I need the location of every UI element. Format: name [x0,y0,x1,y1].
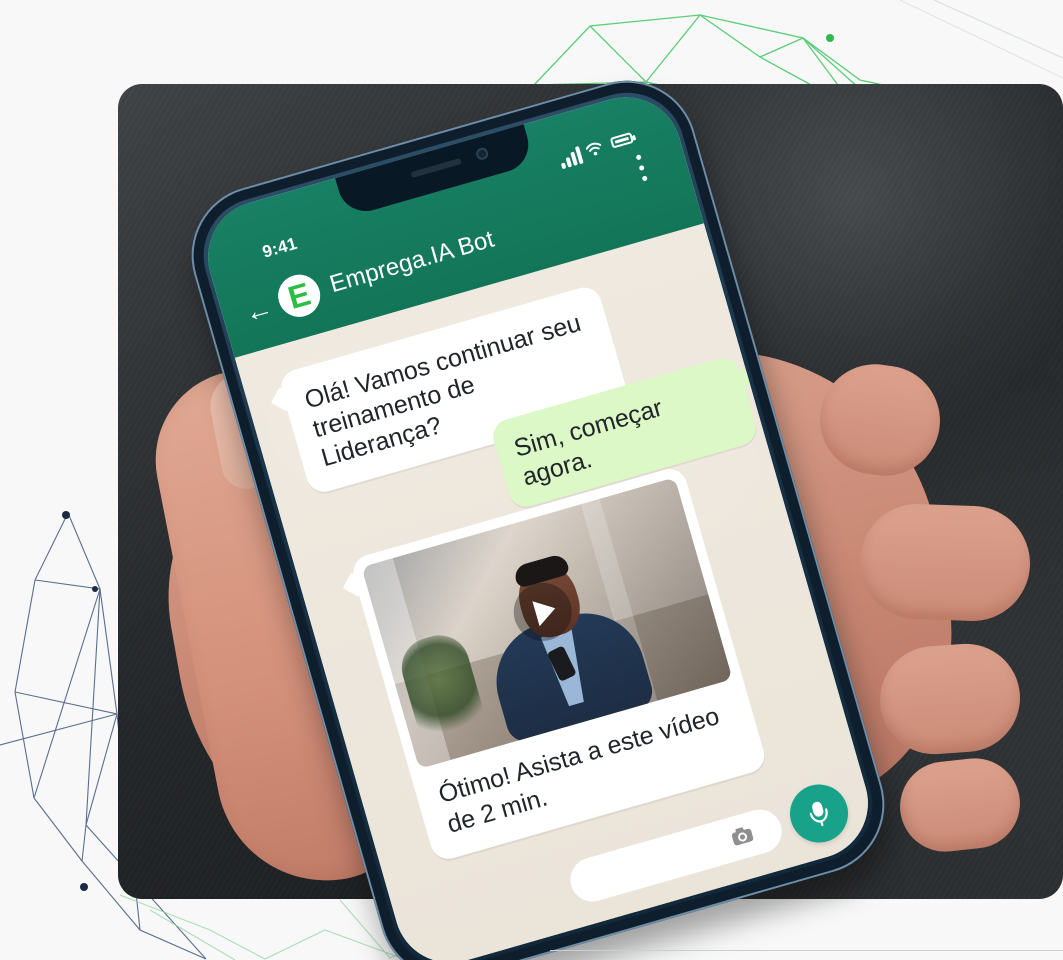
video-message-bubble[interactable]: Ótimo! Asista a este vídeo de 2 min. [349,464,769,864]
front-camera [474,146,490,162]
wifi-icon [585,142,602,156]
status-time: 9:41 [260,233,300,262]
menu-dots-icon[interactable] [634,153,652,185]
play-icon [531,595,559,627]
status-icons [557,127,641,170]
phone-screen: 9:41 ← E Emprega.IA Bot Olá! Vamos conti… [194,84,882,960]
battery-icon [609,131,634,149]
smartphone: 9:41 ← E Emprega.IA Bot Olá! Vamos conti… [175,64,901,960]
speaker-grille [410,157,463,179]
message-input-bar[interactable] [565,804,787,907]
back-arrow-icon[interactable]: ← [241,291,276,329]
phone-wrapper: 9:41 ← E Emprega.IA Bot Olá! Vamos conti… [0,0,1063,960]
microphone-icon [809,801,828,827]
screen-canvas: 9:41 ← E Emprega.IA Bot Olá! Vamos conti… [0,0,1063,960]
microphone-button[interactable] [783,777,855,850]
bottom-divider [550,950,1063,951]
battery-fill [614,136,629,144]
bot-avatar[interactable]: E [273,269,326,322]
chat-area: Olá! Vamos continuar seu treinamento de … [234,223,882,960]
chat-title[interactable]: Emprega.IA Bot [327,226,498,300]
